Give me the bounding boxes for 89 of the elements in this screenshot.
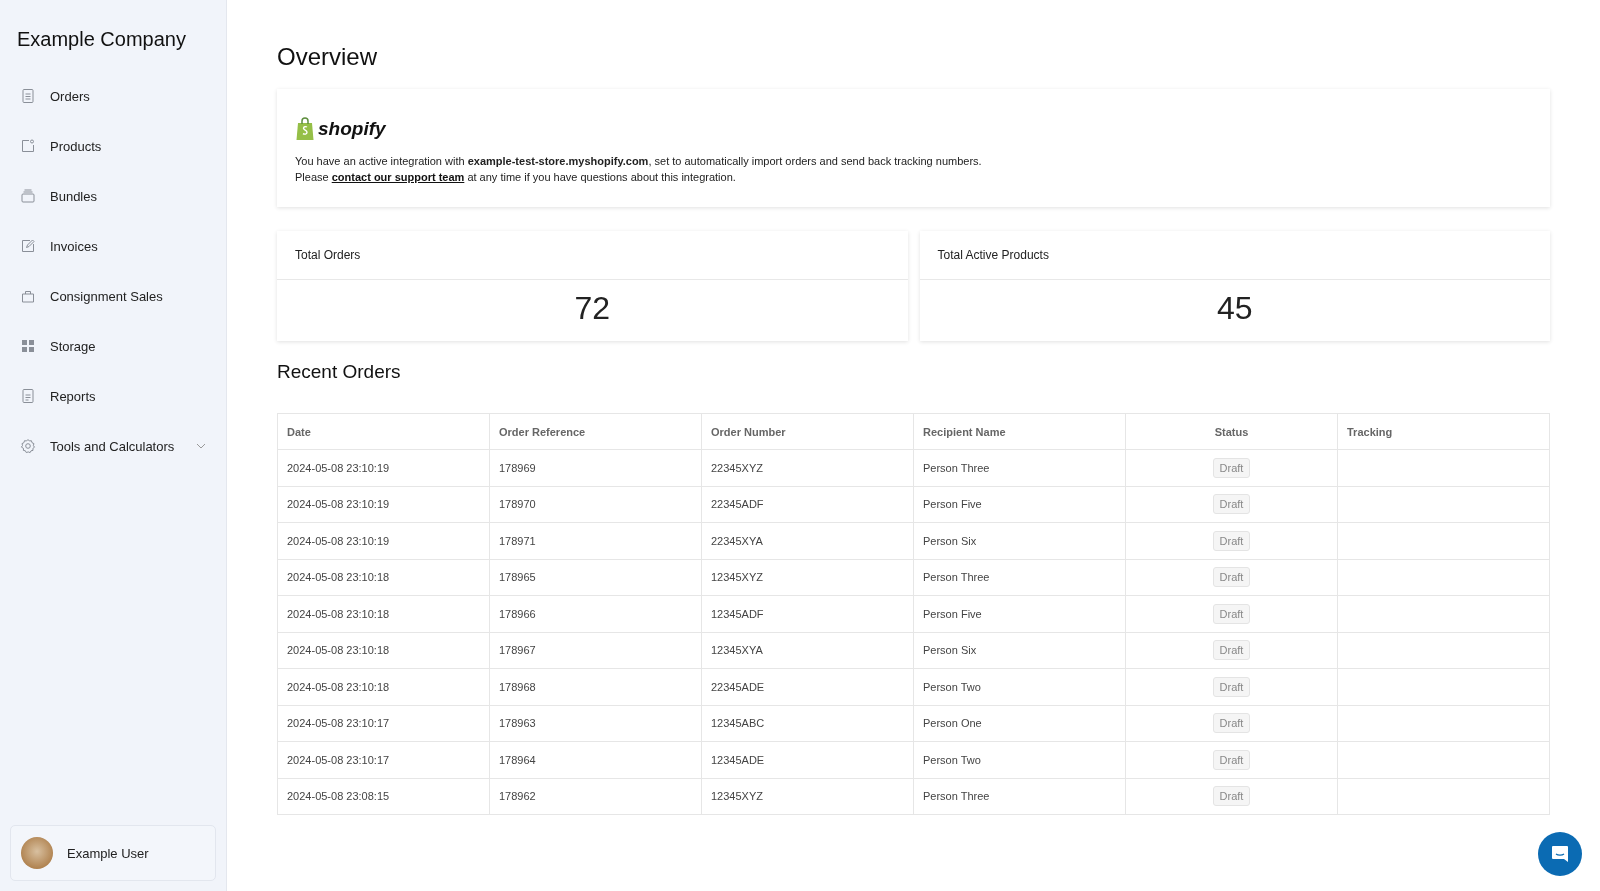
table-cell: 12345XYZ <box>711 790 763 803</box>
table-cell: Person One <box>923 717 982 730</box>
document-icon <box>20 88 36 104</box>
table-cell: Person Three <box>923 571 990 584</box>
column-header: Order Number <box>701 413 914 450</box>
status-badge: Draft <box>1212 530 1251 551</box>
table-cell: 2024-05-08 23:08:15 <box>287 790 390 803</box>
table-cell: 22345ADE <box>711 680 765 693</box>
table-cell: 22345ADF <box>711 498 764 511</box>
sidebar-item[interactable]: Orders <box>10 71 216 121</box>
support-link[interactable]: contact our support team <box>331 171 465 183</box>
stat-label: Total Orders <box>277 231 908 280</box>
status-badge: Draft <box>1212 494 1251 515</box>
section-title: Recent Orders <box>277 361 402 383</box>
chevron-down-icon <box>196 443 206 449</box>
table-cell: 2024-05-08 23:10:19 <box>287 534 390 547</box>
status-badge: Draft <box>1212 640 1251 661</box>
table-cell: 12345XYA <box>711 644 763 657</box>
logo-wordmark: shopify <box>318 118 386 140</box>
table-cell: 22345XYZ <box>711 461 763 474</box>
table-cell: 178967 <box>499 644 536 657</box>
table-cell: 2024-05-08 23:10:18 <box>287 607 390 620</box>
column-header: Tracking <box>1337 413 1550 450</box>
tag-icon <box>20 138 36 154</box>
table-cell: Person Two <box>923 680 981 693</box>
table-cell: 178966 <box>499 607 536 620</box>
status-badge: Draft <box>1212 786 1251 807</box>
stat-label: Total Active Products <box>919 231 1550 280</box>
table-cell: Person Two <box>923 753 981 766</box>
status-badge: Draft <box>1212 457 1251 478</box>
status-badge: Draft <box>1212 713 1251 734</box>
sidebar-item[interactable]: Bundles <box>10 171 216 221</box>
stat-value: 72 <box>573 289 612 328</box>
table-cell: 178965 <box>499 571 536 584</box>
support-message: Please contact our support team at any time if you have questions about this integration. <box>295 170 737 185</box>
report-icon <box>20 388 36 404</box>
sidebar-item[interactable]: Consignment Sales <box>10 271 216 321</box>
table-cell: 2024-05-08 23:10:17 <box>287 753 390 766</box>
table-cell: 2024-05-08 23:10:18 <box>287 571 390 584</box>
company-name: Example Company <box>17 28 187 51</box>
gear-icon <box>20 438 36 454</box>
table-cell: 178970 <box>499 498 536 511</box>
table-cell: 178963 <box>499 717 536 730</box>
status-badge: Draft <box>1212 603 1251 624</box>
grid-icon <box>20 338 36 354</box>
sidebar-item[interactable]: Invoices <box>10 221 216 271</box>
page-title: Overview <box>277 43 379 71</box>
edit-icon <box>20 238 36 254</box>
table-cell: 12345ABC <box>711 717 765 730</box>
stat-value: 45 <box>1215 289 1254 328</box>
table-cell: 178969 <box>499 461 536 474</box>
chat-button[interactable] <box>1538 832 1582 876</box>
column-header: Date <box>277 413 490 450</box>
table-cell: Person Six <box>923 534 977 547</box>
avatar-photo-placeholder <box>21 837 53 869</box>
table-cell: 2024-05-08 23:10:18 <box>287 644 390 657</box>
table-cell: 22345XYA <box>711 534 763 547</box>
bag-icon <box>20 288 36 304</box>
shopping-bag-icon <box>295 117 315 141</box>
sidebar-item[interactable]: Reports <box>10 371 216 421</box>
table-cell: Person Six <box>923 644 977 657</box>
table-cell: Person Five <box>923 607 982 620</box>
table-cell: 178964 <box>499 753 536 766</box>
status-badge: Draft <box>1212 676 1251 697</box>
user-profile-button[interactable]: Example User <box>10 825 216 881</box>
table-cell: 12345XYZ <box>711 571 763 584</box>
status-badge: Draft <box>1212 567 1251 588</box>
sidebar-item[interactable]: Storage <box>10 321 216 371</box>
integration-message: You have an active integration with example-test-store.myshopify.com, set to automatically import orders and send back tracking numbers. <box>295 154 983 169</box>
table-cell: 178968 <box>499 680 536 693</box>
table-cell: 12345ADF <box>711 607 764 620</box>
table-cell: 12345ADE <box>711 753 765 766</box>
table-cell: Person Five <box>923 498 982 511</box>
table-cell: 2024-05-08 23:10:19 <box>287 461 390 474</box>
column-header: Order Reference <box>489 413 702 450</box>
table-cell: 2024-05-08 23:10:17 <box>287 717 390 730</box>
table-cell: Person Three <box>923 461 990 474</box>
column-header: Status <box>1125 413 1338 450</box>
table-cell: 178962 <box>499 790 536 803</box>
status-badge: Draft <box>1212 749 1251 770</box>
stack-icon <box>20 188 36 204</box>
table-cell: 2024-05-08 23:10:18 <box>287 680 390 693</box>
table-cell: 2024-05-08 23:10:19 <box>287 498 390 511</box>
table-cell: Person Three <box>923 790 990 803</box>
sidebar-item[interactable]: Tools and Calculators <box>10 421 216 471</box>
table-cell: 178971 <box>499 534 536 547</box>
column-header: Recipient Name <box>913 413 1126 450</box>
chat-bubble-icon <box>1550 844 1570 864</box>
sidebar-item[interactable]: Products <box>10 121 216 171</box>
